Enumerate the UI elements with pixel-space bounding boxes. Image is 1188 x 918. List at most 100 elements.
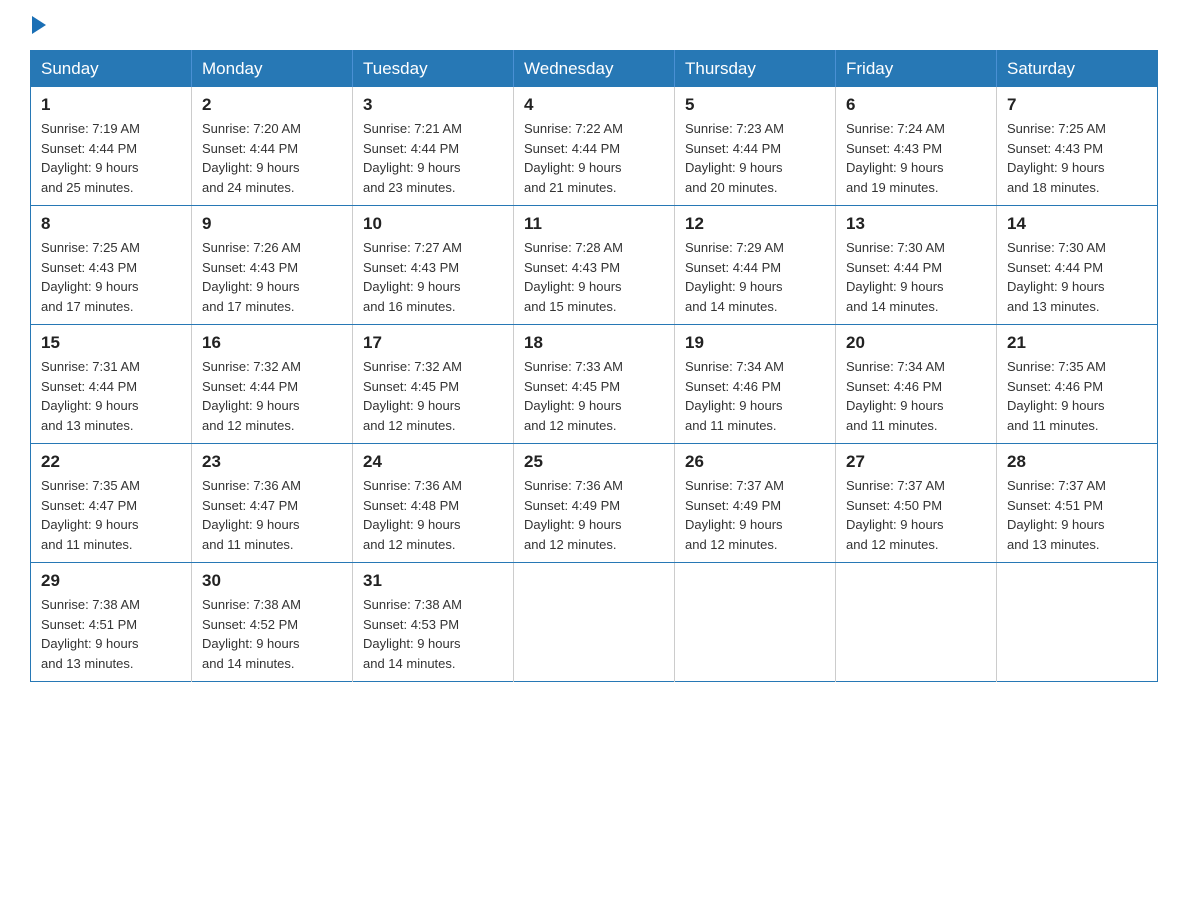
- day-info: Sunrise: 7:37 AM Sunset: 4:50 PM Dayligh…: [846, 476, 986, 554]
- day-info: Sunrise: 7:22 AM Sunset: 4:44 PM Dayligh…: [524, 119, 664, 197]
- day-number: 7: [1007, 95, 1147, 115]
- day-number: 21: [1007, 333, 1147, 353]
- calendar-cell: [675, 563, 836, 682]
- day-number: 3: [363, 95, 503, 115]
- day-info: Sunrise: 7:19 AM Sunset: 4:44 PM Dayligh…: [41, 119, 181, 197]
- day-number: 31: [363, 571, 503, 591]
- calendar-table: SundayMondayTuesdayWednesdayThursdayFrid…: [30, 50, 1158, 682]
- calendar-week-row: 29 Sunrise: 7:38 AM Sunset: 4:51 PM Dayl…: [31, 563, 1158, 682]
- day-number: 4: [524, 95, 664, 115]
- day-info: Sunrise: 7:36 AM Sunset: 4:49 PM Dayligh…: [524, 476, 664, 554]
- page-header: [30, 20, 1158, 34]
- calendar-cell: 3 Sunrise: 7:21 AM Sunset: 4:44 PM Dayli…: [353, 87, 514, 206]
- day-number: 28: [1007, 452, 1147, 472]
- day-number: 5: [685, 95, 825, 115]
- day-info: Sunrise: 7:30 AM Sunset: 4:44 PM Dayligh…: [1007, 238, 1147, 316]
- day-info: Sunrise: 7:34 AM Sunset: 4:46 PM Dayligh…: [685, 357, 825, 435]
- calendar-cell: 9 Sunrise: 7:26 AM Sunset: 4:43 PM Dayli…: [192, 206, 353, 325]
- day-info: Sunrise: 7:37 AM Sunset: 4:49 PM Dayligh…: [685, 476, 825, 554]
- calendar-cell: 2 Sunrise: 7:20 AM Sunset: 4:44 PM Dayli…: [192, 87, 353, 206]
- day-info: Sunrise: 7:20 AM Sunset: 4:44 PM Dayligh…: [202, 119, 342, 197]
- day-number: 9: [202, 214, 342, 234]
- logo-arrow-icon: [32, 16, 46, 34]
- day-number: 2: [202, 95, 342, 115]
- calendar-cell: 19 Sunrise: 7:34 AM Sunset: 4:46 PM Dayl…: [675, 325, 836, 444]
- calendar-cell: 23 Sunrise: 7:36 AM Sunset: 4:47 PM Dayl…: [192, 444, 353, 563]
- weekday-header-tuesday: Tuesday: [353, 51, 514, 88]
- day-number: 6: [846, 95, 986, 115]
- day-info: Sunrise: 7:35 AM Sunset: 4:46 PM Dayligh…: [1007, 357, 1147, 435]
- day-info: Sunrise: 7:34 AM Sunset: 4:46 PM Dayligh…: [846, 357, 986, 435]
- day-number: 23: [202, 452, 342, 472]
- calendar-cell: 24 Sunrise: 7:36 AM Sunset: 4:48 PM Dayl…: [353, 444, 514, 563]
- calendar-cell: 22 Sunrise: 7:35 AM Sunset: 4:47 PM Dayl…: [31, 444, 192, 563]
- calendar-cell: 7 Sunrise: 7:25 AM Sunset: 4:43 PM Dayli…: [997, 87, 1158, 206]
- day-number: 15: [41, 333, 181, 353]
- day-number: 30: [202, 571, 342, 591]
- day-info: Sunrise: 7:38 AM Sunset: 4:53 PM Dayligh…: [363, 595, 503, 673]
- calendar-cell: 30 Sunrise: 7:38 AM Sunset: 4:52 PM Dayl…: [192, 563, 353, 682]
- day-number: 8: [41, 214, 181, 234]
- day-info: Sunrise: 7:31 AM Sunset: 4:44 PM Dayligh…: [41, 357, 181, 435]
- day-number: 10: [363, 214, 503, 234]
- calendar-cell: 31 Sunrise: 7:38 AM Sunset: 4:53 PM Dayl…: [353, 563, 514, 682]
- day-info: Sunrise: 7:28 AM Sunset: 4:43 PM Dayligh…: [524, 238, 664, 316]
- calendar-week-row: 15 Sunrise: 7:31 AM Sunset: 4:44 PM Dayl…: [31, 325, 1158, 444]
- calendar-cell: 5 Sunrise: 7:23 AM Sunset: 4:44 PM Dayli…: [675, 87, 836, 206]
- day-number: 27: [846, 452, 986, 472]
- day-info: Sunrise: 7:36 AM Sunset: 4:47 PM Dayligh…: [202, 476, 342, 554]
- day-number: 14: [1007, 214, 1147, 234]
- calendar-cell: 17 Sunrise: 7:32 AM Sunset: 4:45 PM Dayl…: [353, 325, 514, 444]
- day-number: 25: [524, 452, 664, 472]
- calendar-cell: [997, 563, 1158, 682]
- calendar-cell: 1 Sunrise: 7:19 AM Sunset: 4:44 PM Dayli…: [31, 87, 192, 206]
- day-info: Sunrise: 7:33 AM Sunset: 4:45 PM Dayligh…: [524, 357, 664, 435]
- day-info: Sunrise: 7:21 AM Sunset: 4:44 PM Dayligh…: [363, 119, 503, 197]
- day-number: 13: [846, 214, 986, 234]
- weekday-header-saturday: Saturday: [997, 51, 1158, 88]
- day-number: 24: [363, 452, 503, 472]
- day-number: 11: [524, 214, 664, 234]
- calendar-cell: 20 Sunrise: 7:34 AM Sunset: 4:46 PM Dayl…: [836, 325, 997, 444]
- calendar-cell: 28 Sunrise: 7:37 AM Sunset: 4:51 PM Dayl…: [997, 444, 1158, 563]
- day-number: 19: [685, 333, 825, 353]
- day-info: Sunrise: 7:26 AM Sunset: 4:43 PM Dayligh…: [202, 238, 342, 316]
- calendar-cell: 18 Sunrise: 7:33 AM Sunset: 4:45 PM Dayl…: [514, 325, 675, 444]
- calendar-cell: 8 Sunrise: 7:25 AM Sunset: 4:43 PM Dayli…: [31, 206, 192, 325]
- calendar-cell: 13 Sunrise: 7:30 AM Sunset: 4:44 PM Dayl…: [836, 206, 997, 325]
- logo: [30, 20, 46, 34]
- day-info: Sunrise: 7:23 AM Sunset: 4:44 PM Dayligh…: [685, 119, 825, 197]
- day-info: Sunrise: 7:38 AM Sunset: 4:51 PM Dayligh…: [41, 595, 181, 673]
- calendar-week-row: 22 Sunrise: 7:35 AM Sunset: 4:47 PM Dayl…: [31, 444, 1158, 563]
- day-info: Sunrise: 7:27 AM Sunset: 4:43 PM Dayligh…: [363, 238, 503, 316]
- day-info: Sunrise: 7:35 AM Sunset: 4:47 PM Dayligh…: [41, 476, 181, 554]
- calendar-cell: [836, 563, 997, 682]
- calendar-week-row: 1 Sunrise: 7:19 AM Sunset: 4:44 PM Dayli…: [31, 87, 1158, 206]
- day-number: 29: [41, 571, 181, 591]
- day-number: 16: [202, 333, 342, 353]
- day-info: Sunrise: 7:30 AM Sunset: 4:44 PM Dayligh…: [846, 238, 986, 316]
- weekday-header-monday: Monday: [192, 51, 353, 88]
- calendar-cell: 25 Sunrise: 7:36 AM Sunset: 4:49 PM Dayl…: [514, 444, 675, 563]
- calendar-cell: 15 Sunrise: 7:31 AM Sunset: 4:44 PM Dayl…: [31, 325, 192, 444]
- calendar-cell: [514, 563, 675, 682]
- calendar-cell: 26 Sunrise: 7:37 AM Sunset: 4:49 PM Dayl…: [675, 444, 836, 563]
- calendar-cell: 6 Sunrise: 7:24 AM Sunset: 4:43 PM Dayli…: [836, 87, 997, 206]
- day-number: 22: [41, 452, 181, 472]
- day-info: Sunrise: 7:37 AM Sunset: 4:51 PM Dayligh…: [1007, 476, 1147, 554]
- day-number: 26: [685, 452, 825, 472]
- weekday-header-row: SundayMondayTuesdayWednesdayThursdayFrid…: [31, 51, 1158, 88]
- calendar-cell: 14 Sunrise: 7:30 AM Sunset: 4:44 PM Dayl…: [997, 206, 1158, 325]
- day-number: 18: [524, 333, 664, 353]
- day-info: Sunrise: 7:36 AM Sunset: 4:48 PM Dayligh…: [363, 476, 503, 554]
- day-info: Sunrise: 7:32 AM Sunset: 4:44 PM Dayligh…: [202, 357, 342, 435]
- day-info: Sunrise: 7:24 AM Sunset: 4:43 PM Dayligh…: [846, 119, 986, 197]
- day-info: Sunrise: 7:29 AM Sunset: 4:44 PM Dayligh…: [685, 238, 825, 316]
- day-info: Sunrise: 7:38 AM Sunset: 4:52 PM Dayligh…: [202, 595, 342, 673]
- calendar-cell: 27 Sunrise: 7:37 AM Sunset: 4:50 PM Dayl…: [836, 444, 997, 563]
- day-number: 20: [846, 333, 986, 353]
- calendar-cell: 16 Sunrise: 7:32 AM Sunset: 4:44 PM Dayl…: [192, 325, 353, 444]
- day-number: 12: [685, 214, 825, 234]
- calendar-cell: 11 Sunrise: 7:28 AM Sunset: 4:43 PM Dayl…: [514, 206, 675, 325]
- weekday-header-sunday: Sunday: [31, 51, 192, 88]
